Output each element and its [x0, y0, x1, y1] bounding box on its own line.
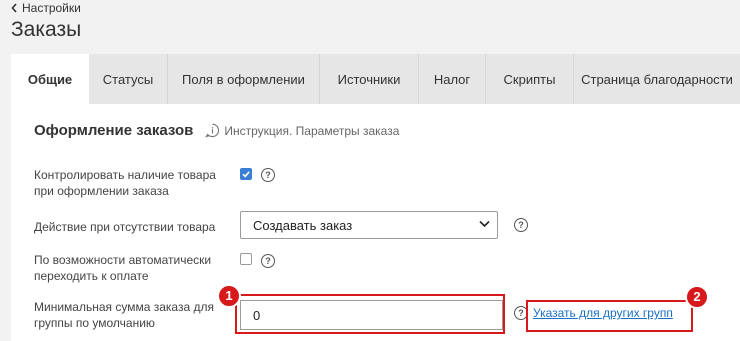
annotation-badge-1: 1 — [217, 284, 241, 308]
checkmark-icon — [242, 171, 250, 178]
no-stock-action-select[interactable]: Создавать заказ — [240, 211, 498, 239]
min-amount-label: Минимальная сумма заказа для группы по у… — [34, 300, 214, 330]
annotation-box-1 — [235, 294, 505, 334]
annotation-box-2 — [526, 300, 693, 332]
instruction-link[interactable]: Инструкция. Параметры заказа — [224, 124, 399, 138]
section-title: Оформление заказов — [34, 122, 194, 139]
tab-statuses[interactable]: Статусы — [89, 54, 168, 104]
tab-checkout-fields[interactable]: Поля в оформлении — [168, 54, 320, 104]
tab-bar: Общие Статусы Поля в оформлении Источник… — [11, 54, 740, 104]
help-icon[interactable]: ? — [261, 254, 275, 268]
annotation-badge-2: 2 — [685, 285, 709, 309]
tab-scripts[interactable]: Скрипты — [486, 54, 574, 104]
tab-thank-you-page[interactable]: Страница благодарности — [574, 54, 740, 104]
auto-pay-checkbox[interactable] — [240, 253, 252, 265]
help-icon[interactable]: ? — [261, 168, 275, 182]
help-icon[interactable]: ? — [514, 218, 528, 232]
page-title: Заказы — [11, 18, 82, 41]
no-stock-action-label: Действие при отсутствии товара — [34, 220, 216, 234]
tab-general[interactable]: Общие — [11, 54, 89, 104]
chevron-left-icon — [11, 3, 17, 13]
tab-tax[interactable]: Налог — [419, 54, 486, 104]
check-stock-checkbox[interactable] — [240, 168, 252, 180]
no-stock-action-value: Создавать заказ — [253, 217, 353, 233]
chevron-down-icon — [479, 220, 490, 228]
section-header: Оформление заказов Инструкция. Параметры… — [34, 122, 399, 139]
info-bubble-icon[interactable] — [205, 123, 220, 138]
tab-sources[interactable]: Источники — [320, 54, 419, 104]
back-link-label: Настройки — [22, 1, 81, 15]
auto-pay-label: По возможности автоматически переходить … — [34, 253, 212, 283]
back-to-settings-link[interactable]: Настройки — [11, 0, 81, 16]
check-stock-label: Контролировать наличие товара при оформл… — [34, 168, 216, 198]
